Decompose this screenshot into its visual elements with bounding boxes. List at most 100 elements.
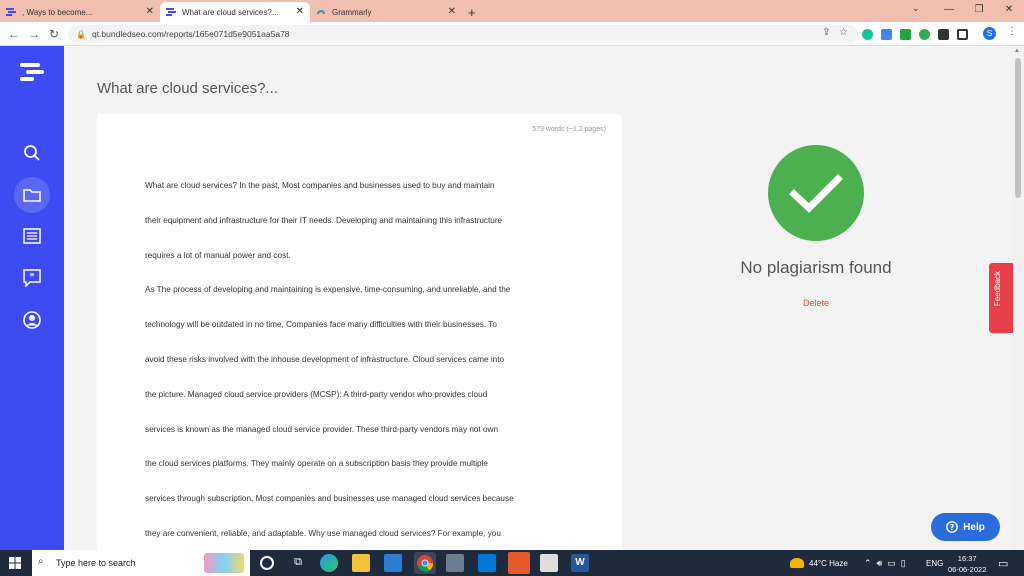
taskbar-search-placeholder: Type here to search xyxy=(56,558,136,568)
close-tab-icon[interactable]: ✕ xyxy=(146,6,154,17)
clock-date: 06-06-2022 xyxy=(948,565,987,574)
word-icon[interactable]: W xyxy=(571,554,589,572)
tab-cloud-services[interactable]: What are cloud services?... ✕ xyxy=(160,2,310,22)
scroll-up-icon[interactable]: ▲ xyxy=(1014,48,1020,54)
cards-app-icon[interactable] xyxy=(540,554,558,572)
text-line: services is known as the managed cloud s… xyxy=(145,424,498,434)
document-text: What are cloud services? In the past, Mo… xyxy=(145,169,585,552)
language-indicator[interactable]: ENG xyxy=(926,550,943,576)
feedback-label: Feedback xyxy=(993,271,1002,307)
quote-feedback-nav-icon[interactable]: ❞ xyxy=(14,260,50,296)
grammarly-extension-icon[interactable] xyxy=(862,28,873,40)
delete-link[interactable]: Delete xyxy=(784,298,848,308)
reports-list-nav-icon[interactable] xyxy=(14,218,50,254)
app-sidebar: ❞ xyxy=(0,46,64,550)
weather-haze-icon xyxy=(790,558,804,568)
edge-browser-icon[interactable] xyxy=(320,554,338,572)
tab-title: Grammarly xyxy=(332,7,372,17)
cortana-icon[interactable] xyxy=(260,556,274,570)
grammarly-favicon-icon xyxy=(316,7,326,17)
success-check-icon xyxy=(768,145,864,241)
notifications-icon[interactable]: ▭ xyxy=(998,550,1008,576)
folder-nav-icon[interactable] xyxy=(14,177,50,213)
back-arrow-icon[interactable]: ← xyxy=(4,27,24,41)
lock-icon: 🔒 xyxy=(76,29,86,39)
tab-grammarly[interactable]: Grammarly ✕ xyxy=(310,2,462,22)
taskbar-search-box[interactable]: ⌕ Type here to search xyxy=(32,550,250,576)
clock-time: 16:37 xyxy=(957,554,977,563)
svg-text:?: ? xyxy=(950,523,955,532)
extension-icon[interactable] xyxy=(919,28,930,40)
weather-text: 44°C Haze xyxy=(809,558,848,568)
browser-toolbar: ← → ↻ 🔒 qt.bundledseo.com/reports/165e07… xyxy=(0,22,1024,46)
text-line: As The process of developing and maintai… xyxy=(145,285,511,295)
system-tray: ⌃ 🔊︎ ▭ ▯ xyxy=(864,550,906,576)
word-count: 579 words (~1.2 pages) xyxy=(532,126,606,133)
battery-icon[interactable]: ▯ xyxy=(901,558,906,569)
windows-start-icon[interactable] xyxy=(0,550,30,576)
page-scrollbar[interactable]: ▲ xyxy=(1012,46,1024,550)
side-panel-icon[interactable] xyxy=(957,28,968,40)
close-tab-icon[interactable]: ✕ xyxy=(296,6,304,17)
svg-text:❞: ❞ xyxy=(30,273,35,283)
page-title: What are cloud services?... xyxy=(97,80,278,97)
tray-chevron-icon[interactable]: ⌃ xyxy=(864,558,872,569)
puzzle-extensions-icon[interactable] xyxy=(938,28,949,40)
bundledseo-favicon-icon xyxy=(166,7,176,17)
clock[interactable]: 16:37 06-06-2022 xyxy=(948,551,986,576)
file-explorer-icon[interactable] xyxy=(352,554,370,572)
url-text: qt.bundledseo.com/reports/165e071d5e9051… xyxy=(91,29,290,39)
tab-title: , Ways to become... xyxy=(22,7,93,17)
text-line: they are convenient, reliable, and adapt… xyxy=(145,528,501,538)
reload-icon[interactable]: ↻ xyxy=(44,27,64,41)
feedback-tab[interactable]: Feedback xyxy=(989,263,1013,333)
text-line: the cloud services platforms. They mainl… xyxy=(145,459,488,469)
report-main: What are cloud services?... 579 words (~… xyxy=(64,46,1012,554)
chrome-icon xyxy=(417,555,434,572)
text-line: avoid these risks involved with the inho… xyxy=(145,354,505,364)
text-line: the picture. Managed cloud service provi… xyxy=(145,389,488,399)
search-nav-icon[interactable] xyxy=(14,135,50,171)
notepad-icon[interactable] xyxy=(446,554,464,572)
network-icon[interactable]: ▭ xyxy=(887,558,896,569)
help-label: Help xyxy=(963,521,985,533)
profile-avatar[interactable]: S xyxy=(983,27,996,40)
tab-search-chevron-icon[interactable]: ⌄ xyxy=(912,3,920,14)
new-tab-button[interactable]: + xyxy=(468,2,476,22)
wa-extension-icon[interactable] xyxy=(900,28,911,40)
close-window-icon[interactable]: ✕ xyxy=(994,0,1024,20)
extensions-bar xyxy=(862,26,976,42)
weather-widget[interactable]: 44°C Haze xyxy=(790,550,848,576)
task-view-icon[interactable]: ⧉ xyxy=(289,556,307,574)
app-taskbar-icon[interactable] xyxy=(508,552,530,574)
app-logo-icon[interactable] xyxy=(20,60,44,84)
tab-strip: , Ways to become... ✕ What are cloud ser… xyxy=(0,0,1024,22)
bookmark-star-icon[interactable]: ☆ xyxy=(839,27,848,38)
text-line: their equipment and infrastructure for t… xyxy=(145,215,503,225)
volume-icon[interactable]: 🔊︎ xyxy=(877,558,883,569)
window-controls: — ❐ ✕ xyxy=(934,0,1024,20)
address-bar[interactable]: 🔒 qt.bundledseo.com/reports/165e071d5e90… xyxy=(68,25,858,43)
close-tab-icon[interactable]: ✕ xyxy=(448,6,456,17)
forward-arrow-icon[interactable]: → xyxy=(24,27,44,41)
share-icon[interactable]: ⇪ xyxy=(822,27,830,38)
restore-icon[interactable]: ❐ xyxy=(964,0,994,20)
chrome-taskbar-slot[interactable] xyxy=(414,552,436,574)
scrollbar-thumb[interactable] xyxy=(1015,58,1021,198)
help-button[interactable]: ? Help xyxy=(931,513,1000,541)
search-icon: ⌕ xyxy=(38,556,44,567)
text-line: services through subscription. Most comp… xyxy=(145,494,514,504)
mail-icon[interactable] xyxy=(384,554,402,572)
bundledseo-favicon-icon xyxy=(6,7,16,17)
help-question-icon: ? xyxy=(946,521,959,533)
tab-title: What are cloud services?... xyxy=(182,7,279,17)
browser-menu-icon[interactable]: ⋮ xyxy=(1007,26,1017,37)
translate-extension-icon[interactable] xyxy=(881,28,892,40)
text-line: requires a lot of manual power and cost. xyxy=(145,250,291,260)
minimize-icon[interactable]: — xyxy=(934,0,964,20)
omnibox-actions: ⇪ ☆ xyxy=(822,27,848,38)
store-icon[interactable] xyxy=(478,554,496,572)
account-nav-icon[interactable] xyxy=(14,302,50,338)
tab-ways-to-become[interactable]: , Ways to become... ✕ xyxy=(0,2,160,22)
plagiarism-result: No plagiarism found xyxy=(740,258,892,277)
